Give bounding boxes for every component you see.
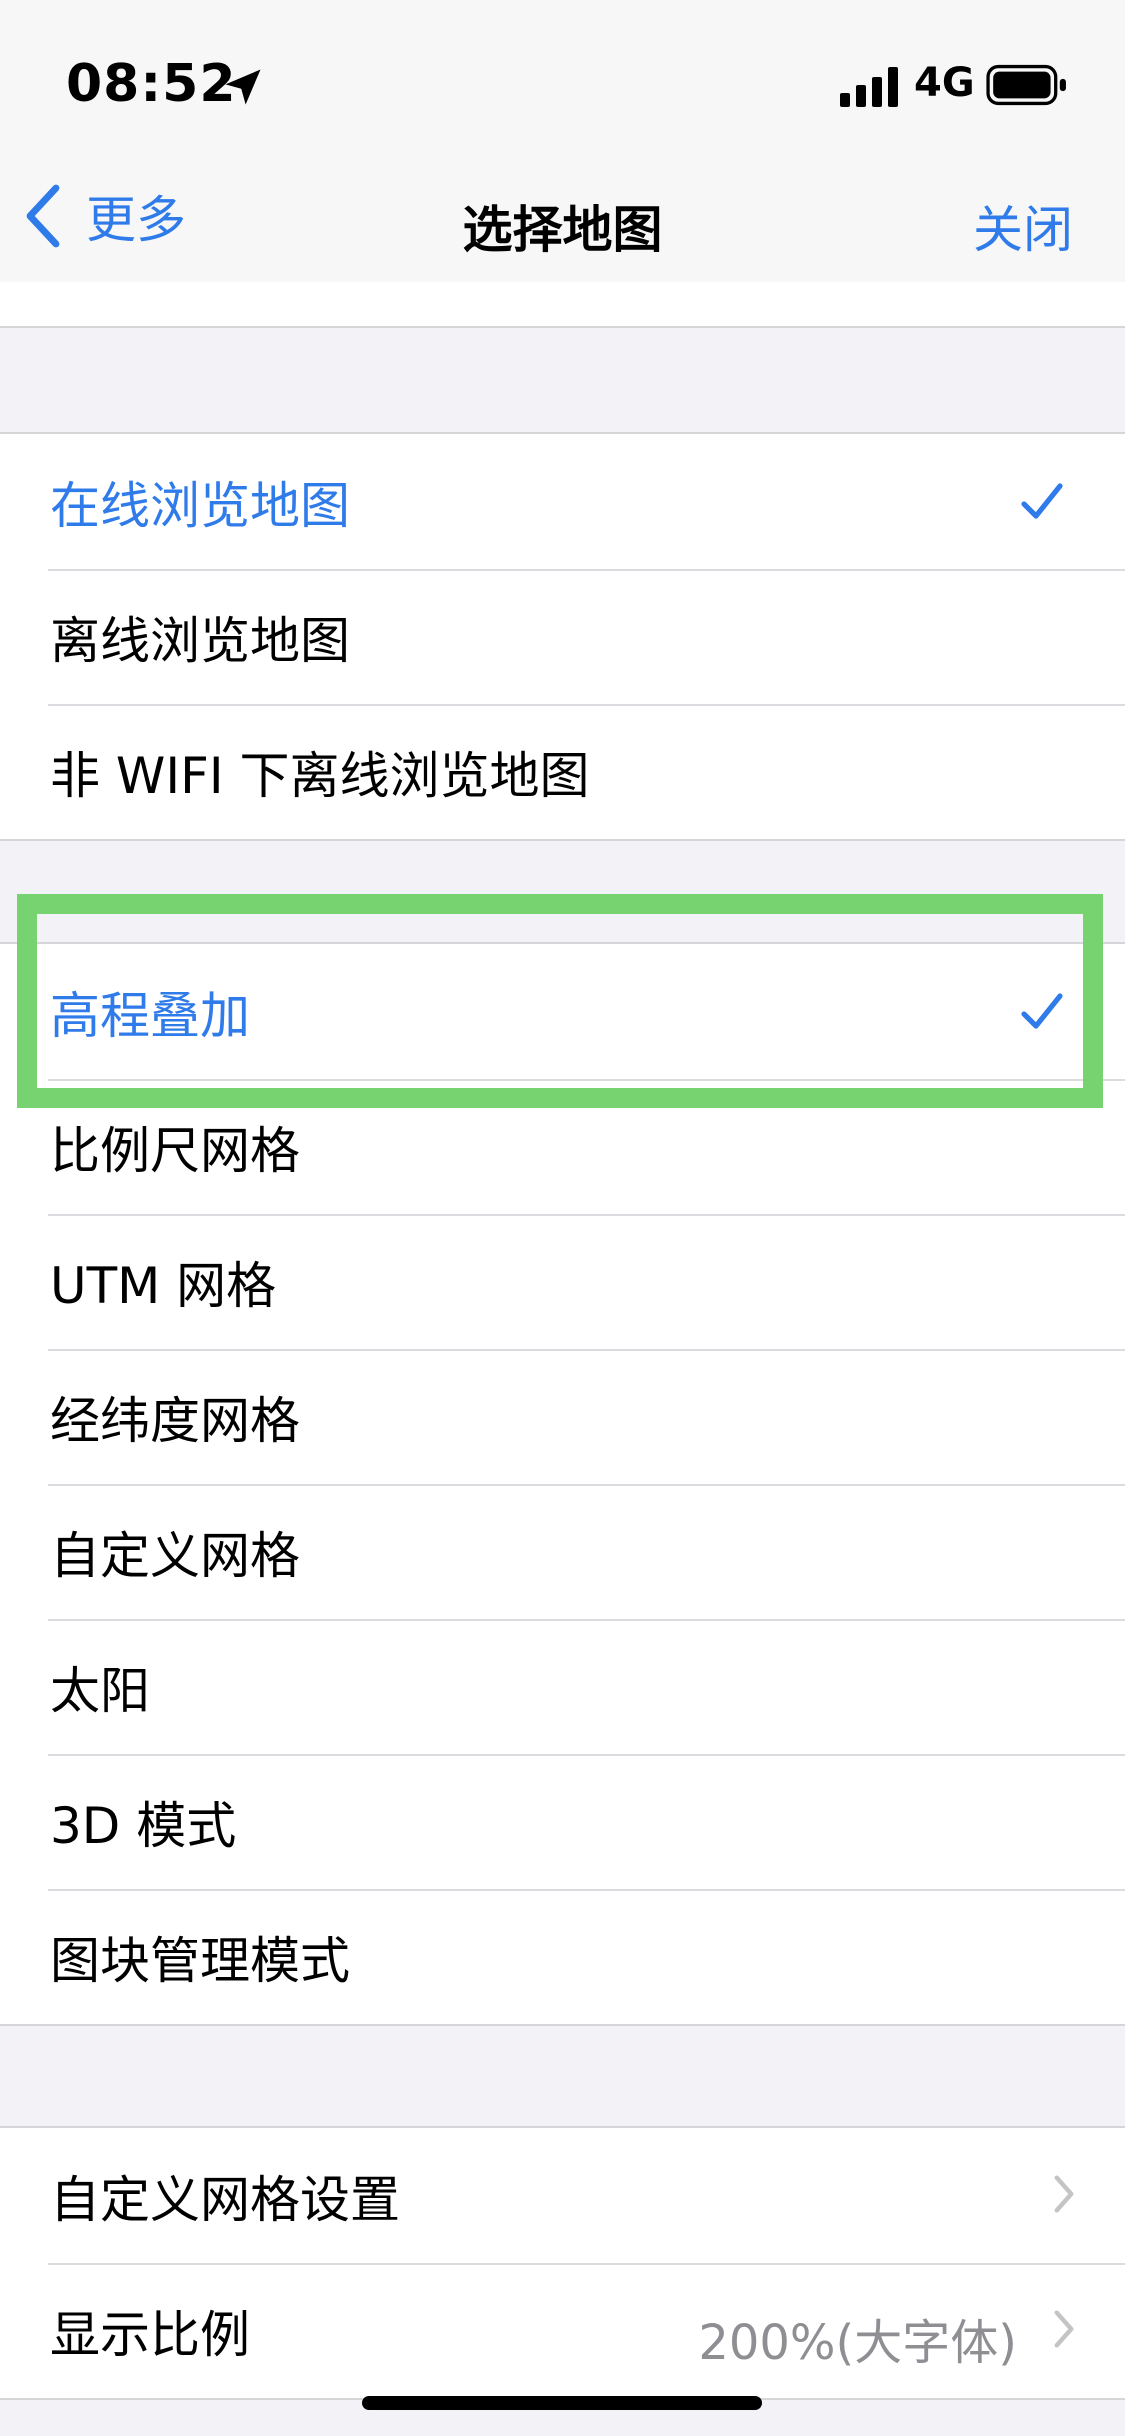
list-item-offline-no-wifi[interactable]: 非 WIFI 下离线浏览地图 [0, 704, 1125, 839]
network-type: 4G [914, 60, 975, 106]
list-item-online-map[interactable]: 在线浏览地图 [0, 434, 1125, 569]
close-button[interactable]: 关闭 [973, 190, 1073, 262]
checkmark-icon [1021, 993, 1063, 1029]
list-item-sun[interactable]: 太阳 [0, 1619, 1125, 1754]
signal-bars-icon [840, 67, 898, 107]
status-bar: 08:52 4G [0, 0, 1125, 150]
page-title: 选择地图 [462, 201, 663, 259]
settings-group: 自定义网格设置 显示比例 200%(大字体) [0, 2126, 1125, 2400]
list-item-label: 显示比例 [50, 2305, 250, 2364]
list-item-label: 非 WIFI 下离线浏览地图 [50, 746, 590, 805]
checkmark-icon [1021, 483, 1063, 519]
list-item-label: 太阳 [50, 1661, 150, 1720]
overlay-group: 高程叠加 比例尺网格 UTM 网格 经纬度网格 自定义网格 太阳 3D 模式 图… [0, 942, 1125, 2026]
list-item-3d-mode[interactable]: 3D 模式 [0, 1754, 1125, 1889]
list-item-label: 经纬度网格 [50, 1391, 300, 1450]
location-arrow-icon [225, 69, 261, 105]
list-item-label: 比例尺网格 [50, 1121, 300, 1180]
chevron-right-icon [1054, 2310, 1074, 2348]
list-item-label: UTM 网格 [50, 1256, 277, 1315]
navigation-bar: 更多 选择地图 关闭 [0, 150, 1125, 284]
home-indicator [362, 2396, 762, 2410]
list-item-display-scale[interactable]: 显示比例 200%(大字体) [0, 2263, 1125, 2398]
scrolled-row-peek [0, 282, 1125, 328]
chevron-right-icon [1054, 2175, 1074, 2213]
browse-mode-group: 在线浏览地图 离线浏览地图 非 WIFI 下离线浏览地图 [0, 432, 1125, 841]
list-item-label: 自定义网格 [50, 1526, 300, 1585]
list-item-label: 高程叠加 [50, 986, 250, 1045]
list-item-latlon-grid[interactable]: 经纬度网格 [0, 1349, 1125, 1484]
display-scale-value: 200%(大字体) [698, 2315, 1017, 2371]
list-item-label: 在线浏览地图 [50, 476, 350, 535]
list-item-custom-grid-settings[interactable]: 自定义网格设置 [0, 2128, 1125, 2263]
list-item-tile-management[interactable]: 图块管理模式 [0, 1889, 1125, 2024]
list-item-label: 图块管理模式 [50, 1931, 350, 1990]
list-item-label: 离线浏览地图 [50, 611, 350, 670]
list-item-label: 自定义网格设置 [50, 2170, 400, 2229]
list-item-offline-map[interactable]: 离线浏览地图 [0, 569, 1125, 704]
list-item-label: 3D 模式 [50, 1796, 237, 1855]
list-item-scale-grid[interactable]: 比例尺网格 [0, 1079, 1125, 1214]
list-item-elevation-overlay[interactable]: 高程叠加 [0, 944, 1125, 1079]
list-item-utm-grid[interactable]: UTM 网格 [0, 1214, 1125, 1349]
battery-icon [986, 64, 1066, 106]
list-item-custom-grid[interactable]: 自定义网格 [0, 1484, 1125, 1619]
status-time: 08:52 [66, 54, 237, 114]
